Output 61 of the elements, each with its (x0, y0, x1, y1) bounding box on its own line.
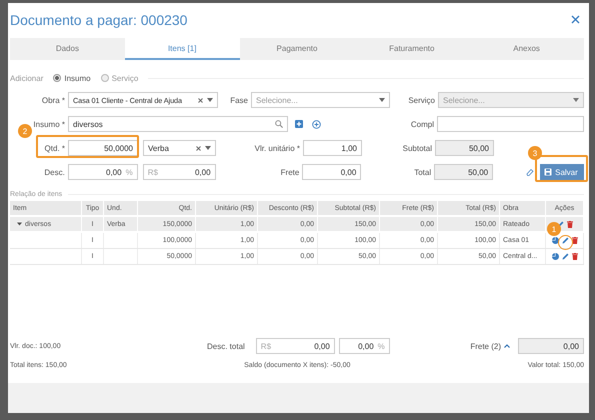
field-label: Qtd. * (44, 144, 66, 152)
add-label: Adicionar (10, 74, 44, 82)
tab[interactable]: Dados (10, 38, 125, 60)
trash-icon[interactable] (566, 220, 572, 228)
trash-icon[interactable] (572, 253, 578, 260)
step-badge: 3 (528, 146, 542, 160)
field-label: Obra * (40, 96, 66, 104)
field-label: Desc. (43, 168, 66, 176)
radio-button[interactable] (53, 74, 62, 82)
input-field[interactable]: 0,00 % (68, 164, 138, 180)
input-field[interactable]: 1,00 (303, 140, 362, 156)
floppy-icon (544, 168, 552, 176)
field-label: Frete (280, 168, 300, 176)
save-button[interactable]: Salvar (540, 164, 584, 180)
input-field[interactable]: R$ 0,00 (256, 338, 335, 354)
field-label: Compl (410, 120, 435, 128)
input-field[interactable]: 50,0000 (68, 140, 138, 156)
search-icon[interactable] (275, 120, 283, 128)
window-title: Documento a pagar: 000230 (10, 12, 188, 28)
radio-label[interactable]: Insumo (64, 74, 91, 82)
field-label: Frete (2) (470, 342, 502, 350)
edit-icon[interactable] (562, 253, 568, 260)
add-icon[interactable] (295, 120, 303, 128)
add-circle-icon[interactable] (312, 120, 321, 128)
field-label: Serviço (407, 96, 436, 104)
input-field[interactable]: 0,00 (518, 338, 584, 354)
field-label: Total (413, 168, 432, 176)
caret-icon (379, 98, 385, 102)
field-label: Insumo * (32, 120, 66, 128)
clear-icon[interactable] (196, 146, 201, 150)
field-label: Desc. total (207, 342, 246, 350)
tab[interactable]: Anexos (469, 38, 584, 60)
input-field[interactable]: 50,00 (434, 164, 494, 180)
search-field[interactable]: diversos (68, 116, 288, 132)
field-label: Vlr. unitário * (254, 144, 301, 152)
caret-icon (205, 146, 211, 150)
caret-icon (207, 98, 213, 102)
step-badge: 1 (547, 222, 561, 236)
input-field[interactable]: 0,00 % (338, 338, 390, 354)
tab[interactable]: Pagamento (240, 38, 354, 60)
field-label: Fase (229, 96, 249, 104)
radio-button[interactable] (100, 74, 109, 82)
tab[interactable]: Faturamento (354, 38, 470, 60)
input-field[interactable]: R$ 0,00 (142, 164, 216, 180)
pie-chart-icon[interactable] (552, 253, 558, 260)
chevron-icon[interactable] (504, 344, 510, 348)
input-field[interactable] (437, 116, 584, 132)
eraser-icon[interactable] (526, 168, 534, 176)
caret-icon (573, 98, 579, 102)
clear-icon[interactable] (198, 98, 203, 102)
input-field[interactable]: 50,00 (435, 140, 494, 156)
close-icon[interactable] (571, 15, 580, 24)
field-label: Subtotal (402, 144, 433, 152)
edit-icon[interactable] (562, 237, 568, 244)
trash-icon[interactable] (572, 237, 578, 244)
caret-icon[interactable] (17, 222, 22, 226)
tab[interactable]: Itens [1] (124, 38, 240, 60)
select-field[interactable]: Verba (143, 140, 216, 156)
input-field[interactable]: 0,00 (302, 164, 362, 180)
pie-chart-icon[interactable] (552, 237, 558, 244)
step-badge: 2 (18, 124, 32, 138)
